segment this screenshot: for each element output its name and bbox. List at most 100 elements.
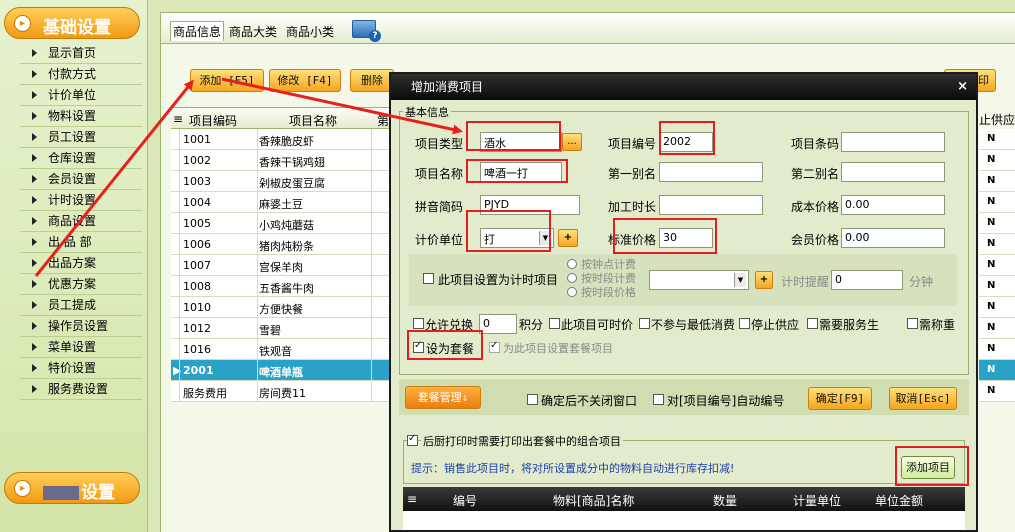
add-timing-scheme-button[interactable]: + [755, 271, 773, 289]
sidebar-item-unit[interactable]: 计价单位 [20, 85, 142, 106]
stop-supply-checkbox[interactable] [739, 318, 750, 329]
item-barcode-input[interactable] [841, 132, 945, 152]
sidebar-header-basic-settings[interactable]: ▸ 基础设置 [4, 7, 140, 39]
edit-button[interactable]: 修改 [F4] [269, 69, 341, 92]
member-price-input[interactable]: 0.00 [841, 228, 945, 248]
need-service-checkbox[interactable] [807, 318, 818, 329]
sidebar-item-operator[interactable]: 操作员设置 [20, 316, 142, 337]
table-row[interactable]: 1002 香辣干锅鸡翅 [171, 150, 391, 171]
cell-code: 1012 [183, 322, 211, 335]
sidebar-header-settings[interactable]: ▸ 设置 [4, 472, 140, 504]
cell-name: 麻婆土豆 [259, 198, 303, 211]
item-type-browse-button[interactable]: ... [562, 133, 582, 151]
table-row[interactable]: 1005 小鸡炖蘑菇 [171, 213, 391, 234]
radio-period-price[interactable] [567, 287, 577, 297]
close-icon[interactable]: × [957, 79, 968, 94]
sidebar-item-material[interactable]: 物料设置 [20, 106, 142, 127]
editable-price-label: 此项目可时价 [561, 318, 634, 332]
item-name-label: 项目名称 [415, 167, 464, 181]
allow-exchange-checkbox[interactable] [413, 318, 424, 329]
alias1-input[interactable] [659, 162, 763, 182]
process-time-input[interactable] [659, 195, 763, 215]
grid-header: ≡ 项目编码 项目名称 第 [171, 107, 391, 129]
cost-price-input[interactable]: 0.00 [841, 195, 945, 215]
sidebar-item-staff[interactable]: 员工设置 [20, 127, 142, 148]
sidebar-item-commission[interactable]: 员工提成 [20, 295, 142, 316]
kitchen-print-checkbox[interactable] [407, 433, 418, 446]
cell-name: 房间费11 [259, 387, 306, 400]
sidebar-item-home[interactable]: 显示首页 [20, 43, 142, 64]
triangle-right-icon [32, 112, 37, 120]
no-min-consume-checkbox[interactable] [639, 318, 650, 329]
keep-open-checkbox[interactable] [527, 394, 538, 405]
sidebar-item-product[interactable]: 商品设置 [20, 211, 142, 232]
table-row[interactable]: 服务费用 房间费11 [171, 381, 391, 402]
sidebar-item-output-plan[interactable]: 出品方案 [20, 253, 142, 274]
cell-stop-supply: N [979, 213, 1015, 234]
table-row[interactable]: 1016 铁观音 [171, 339, 391, 360]
sidebar-item-service-fee[interactable]: 服务费设置 [20, 379, 142, 400]
combo-manage-button[interactable]: 套餐管理↓ [405, 386, 481, 409]
set-combo-items-checkbox[interactable] [489, 340, 500, 353]
table-row[interactable]: 1001 香辣脆皮虾 [171, 129, 391, 150]
col-header-name: 项目名称 [289, 114, 338, 128]
alias2-input[interactable] [841, 162, 945, 182]
table-row[interactable]: 1008 五香酱牛肉 [171, 276, 391, 297]
timing-scheme-select[interactable]: ▼ [649, 270, 749, 290]
sidebar-header-label: 基础设置 [43, 18, 111, 38]
tab-category[interactable]: 商品大类 [229, 23, 277, 40]
cell-name: 猪肉炖粉条 [259, 240, 314, 253]
auto-code-checkbox[interactable] [653, 394, 664, 405]
table-row[interactable]: 1012 雪碧 [171, 318, 391, 339]
need-weigh-checkbox[interactable] [907, 318, 918, 329]
help-monitor-icon[interactable]: ? [352, 20, 381, 42]
cell-stop-supply: N [979, 234, 1015, 255]
table-row[interactable]: 1007 宫保羊肉 [171, 255, 391, 276]
timing-remind-input[interactable]: 0 [831, 270, 903, 290]
sidebar-item-output-dept[interactable]: 出 品 部 [20, 232, 142, 253]
chevron-right-icon: ▸ [14, 480, 31, 497]
sidebar-item-discount[interactable]: 优惠方案 [20, 274, 142, 295]
table-row[interactable]: 1003 剁椒皮蛋豆腐 [171, 171, 391, 192]
radio-hourly[interactable] [567, 259, 577, 269]
col-header-unit-amount: 单位金额 [875, 494, 924, 508]
item-code-label: 项目编号 [608, 137, 657, 151]
annotation-box-combo [407, 330, 483, 360]
process-time-label: 加工时长 [608, 200, 657, 214]
combo-items-table-body [403, 511, 965, 530]
col-header-material-name: 物料[商品]名称 [553, 494, 635, 508]
col-header-code: 项目编码 [189, 114, 238, 128]
ok-button[interactable]: 确定[F9] [808, 387, 872, 410]
row-indicator-header: ≡ [407, 492, 418, 506]
dialog-title-bar[interactable]: 增加消费项目 [391, 74, 976, 100]
sidebar-item-timing[interactable]: 计时设置 [20, 190, 142, 211]
dialog-title: 增加消费项目 [411, 80, 484, 94]
sidebar-item-menu[interactable]: 菜单设置 [20, 337, 142, 358]
table-row[interactable]: 1006 猪肉炖粉条 [171, 234, 391, 255]
sidebar-item-payment[interactable]: 付款方式 [20, 64, 142, 85]
cancel-button[interactable]: 取消[Esc] [889, 387, 957, 410]
radio-period[interactable] [567, 273, 577, 283]
exchange-points-input[interactable]: 0 [479, 314, 517, 334]
sidebar-item-member[interactable]: 会员设置 [20, 169, 142, 190]
triangle-right-icon [32, 385, 37, 393]
table-row[interactable]: ▶ 2001 啤酒单瓶 [171, 360, 391, 381]
triangle-right-icon [32, 217, 37, 225]
delete-button[interactable]: 删除 [350, 69, 394, 92]
cell-stop-supply: N [979, 339, 1015, 360]
add-unit-button[interactable]: + [558, 229, 578, 247]
cell-stop-supply: N [979, 255, 1015, 276]
add-button[interactable]: 添加 [F5] [190, 69, 264, 92]
table-row[interactable]: 1010 方便快餐 [171, 297, 391, 318]
cell-stop-supply: N [979, 360, 1015, 381]
cell-code: 1004 [183, 196, 211, 209]
sidebar-item-special-price[interactable]: 特价设置 [20, 358, 142, 379]
table-row[interactable]: 1004 麻婆土豆 [171, 192, 391, 213]
editable-price-checkbox[interactable] [549, 318, 560, 329]
tab-product-info[interactable]: 商品信息 [170, 21, 225, 41]
annotation-box-name [466, 159, 568, 183]
timed-item-checkbox[interactable] [423, 273, 434, 284]
col-header-number: 编号 [453, 494, 478, 508]
sidebar-item-warehouse[interactable]: 仓库设置 [20, 148, 142, 169]
tab-subcategory[interactable]: 商品小类 [286, 23, 334, 40]
